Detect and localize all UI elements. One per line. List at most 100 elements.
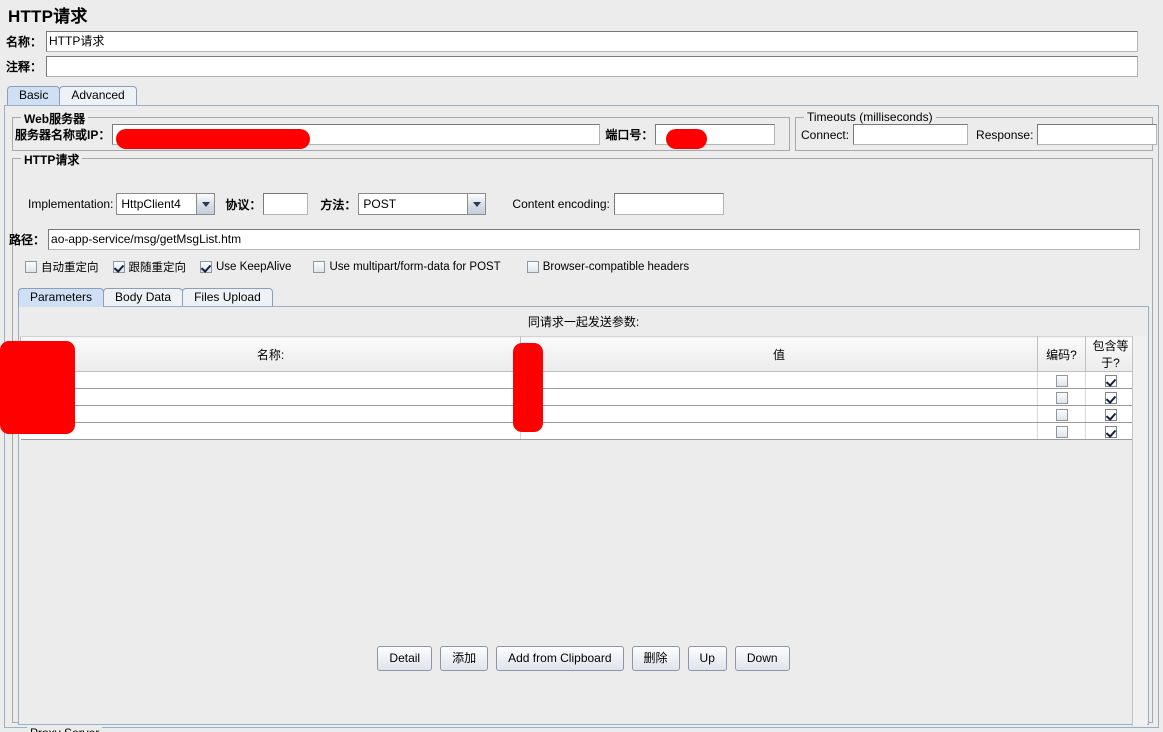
delete-button[interactable]: 删除 — [631, 646, 680, 671]
checkbox-use-multipart-label: Use multipart/form-data for POST — [329, 261, 501, 273]
timeouts-group-title: Timeouts (milliseconds) — [804, 110, 936, 124]
table-row[interactable] — [20, 388, 1136, 406]
checkbox-use-keepalive[interactable]: Use KeepAlive — [200, 261, 291, 273]
comment-input[interactable] — [46, 56, 1139, 77]
checkbox-box-icon[interactable] — [1104, 408, 1117, 421]
protocol-input[interactable] — [263, 193, 309, 215]
tab-parameters[interactable]: Parameters — [18, 288, 105, 307]
checkbox-use-keepalive-label: Use KeepAlive — [216, 261, 292, 273]
content-encoding-label: Content encoding: — [512, 197, 610, 211]
checkbox-auto-redirect[interactable]: 自动重定向 — [25, 259, 99, 275]
cell-encode[interactable] — [1037, 422, 1086, 440]
path-input[interactable]: ao-app-service/msg/getMsgList.htm — [48, 229, 1141, 250]
basic-tab-panel: Web服务器 服务器名称或IP： 端口号： Timeouts (millisec… — [4, 105, 1159, 732]
checkbox-box-icon[interactable] — [1055, 408, 1068, 421]
cell-include-equals[interactable] — [1085, 371, 1136, 389]
proxy-server-group-title: Proxy Server — [27, 726, 103, 732]
param-names-redaction — [0, 341, 75, 434]
response-timeout-label: Response: — [976, 127, 1034, 142]
connect-timeout-label: Connect: — [801, 127, 850, 142]
column-header-include-equals[interactable]: 包含等于? — [1085, 336, 1136, 372]
param-values-redaction — [513, 343, 543, 432]
response-timeout-input[interactable] — [1037, 124, 1158, 145]
port-label: 端口号： — [605, 128, 654, 142]
tab-body-data[interactable]: Body Data — [103, 288, 184, 307]
cell-value[interactable] — [520, 388, 1038, 406]
tab-basic[interactable]: Basic — [7, 86, 61, 105]
method-combo[interactable]: POST — [358, 193, 487, 215]
checkbox-box-icon — [25, 261, 37, 273]
cell-include-equals[interactable] — [1085, 405, 1136, 423]
server-name-redaction — [116, 129, 310, 149]
cell-include-equals[interactable] — [1085, 388, 1136, 406]
column-header-name[interactable]: 名称: — [20, 336, 521, 372]
http-request-group: HTTP请求 Implementation: HttpClient4 协议： 方… — [9, 151, 1154, 732]
cell-encode[interactable] — [1037, 371, 1086, 389]
up-button[interactable]: Up — [687, 646, 727, 671]
http-request-checkbox-row: 自动重定向 跟随重定向 Use KeepAlive Use multipart/… — [25, 259, 689, 275]
checkbox-box-icon[interactable] — [1104, 425, 1117, 438]
data-tabstrip: Parameters Body Data Files Upload — [18, 287, 273, 307]
cell-encode[interactable] — [1037, 388, 1086, 406]
cell-name[interactable] — [20, 405, 521, 423]
name-input[interactable]: HTTP请求 — [46, 31, 1139, 52]
page-title: HTTP请求 — [8, 7, 88, 26]
protocol-label: 协议： — [225, 197, 262, 212]
column-header-value[interactable]: 值 — [520, 336, 1038, 372]
table-row[interactable] — [20, 371, 1136, 389]
cell-value[interactable] — [520, 405, 1038, 423]
content-encoding-input[interactable] — [613, 193, 724, 215]
checkbox-browser-compatible-headers-label: Browser-compatible headers — [542, 261, 690, 273]
column-header-encode[interactable]: 编码? — [1037, 336, 1086, 372]
checkbox-follow-redirect[interactable]: 跟随重定向 — [112, 259, 187, 275]
parameters-panel: 同请求一起发送参数: 名称: 值 编码? 包含等于? Detail 添加 Add… — [18, 306, 1149, 726]
main-tabstrip: Basic Advanced — [7, 85, 137, 105]
timeouts-group: Timeouts (milliseconds) Connect: Respons… — [795, 110, 1158, 151]
detail-button[interactable]: Detail — [377, 646, 433, 671]
checkbox-box-icon — [200, 261, 212, 273]
checkbox-follow-redirect-label: 跟随重定向 — [128, 262, 187, 274]
checkbox-use-multipart[interactable]: Use multipart/form-data for POST — [313, 261, 501, 273]
checkbox-auto-redirect-label: 自动重定向 — [41, 262, 99, 274]
http-request-options-row: Implementation: HttpClient4 协议： 方法： POST… — [28, 193, 724, 215]
comment-row: 注释： — [6, 56, 1157, 77]
chevron-down-icon — [467, 194, 486, 214]
checkbox-browser-compatible-headers[interactable]: Browser-compatible headers — [526, 261, 690, 273]
add-from-clipboard-button[interactable]: Add from Clipboard — [496, 646, 624, 671]
add-button[interactable]: 添加 — [440, 646, 489, 671]
cell-name[interactable] — [20, 422, 521, 440]
table-row[interactable] — [20, 422, 1136, 440]
checkbox-box-icon[interactable] — [1104, 374, 1117, 387]
parameters-table: 名称: 值 编码? 包含等于? — [20, 336, 1136, 440]
cell-encode[interactable] — [1037, 405, 1086, 423]
checkbox-box-icon — [112, 261, 125, 273]
tab-advanced[interactable]: Advanced — [59, 86, 137, 105]
cell-name[interactable] — [20, 388, 521, 406]
table-row[interactable] — [20, 405, 1136, 423]
checkbox-box-icon — [526, 261, 539, 273]
implementation-label: Implementation: — [28, 197, 114, 211]
tab-files-upload[interactable]: Files Upload — [182, 288, 273, 307]
cell-value[interactable] — [520, 371, 1038, 389]
name-row: 名称： HTTP请求 — [6, 31, 1157, 52]
port-number-redaction — [666, 129, 707, 149]
http-request-group-title: HTTP请求 — [21, 151, 83, 168]
checkbox-box-icon[interactable] — [1055, 374, 1068, 387]
method-value: POST — [359, 194, 468, 214]
implementation-combo[interactable]: HttpClient4 — [116, 193, 216, 215]
cell-value[interactable] — [520, 422, 1038, 440]
down-button[interactable]: Down — [734, 646, 790, 671]
implementation-value: HttpClient4 — [117, 194, 197, 214]
connect-timeout-input[interactable] — [853, 124, 969, 145]
checkbox-box-icon[interactable] — [1055, 391, 1068, 404]
checkbox-box-icon[interactable] — [1055, 425, 1068, 438]
comment-label: 注释： — [6, 60, 43, 74]
cell-name[interactable] — [20, 371, 521, 389]
checkbox-box-icon — [313, 261, 326, 273]
checkbox-box-icon[interactable] — [1104, 391, 1117, 404]
jmeter-http-request-panel: HTTP请求 名称： HTTP请求 注释： Basic Advanced Web… — [0, 0, 1163, 732]
path-row: 路径： ao-app-service/msg/getMsgList.htm — [9, 229, 1154, 250]
params-table-caption: 同请求一起发送参数: — [527, 315, 640, 329]
cell-include-equals[interactable] — [1085, 422, 1136, 440]
method-label: 方法： — [320, 197, 357, 212]
